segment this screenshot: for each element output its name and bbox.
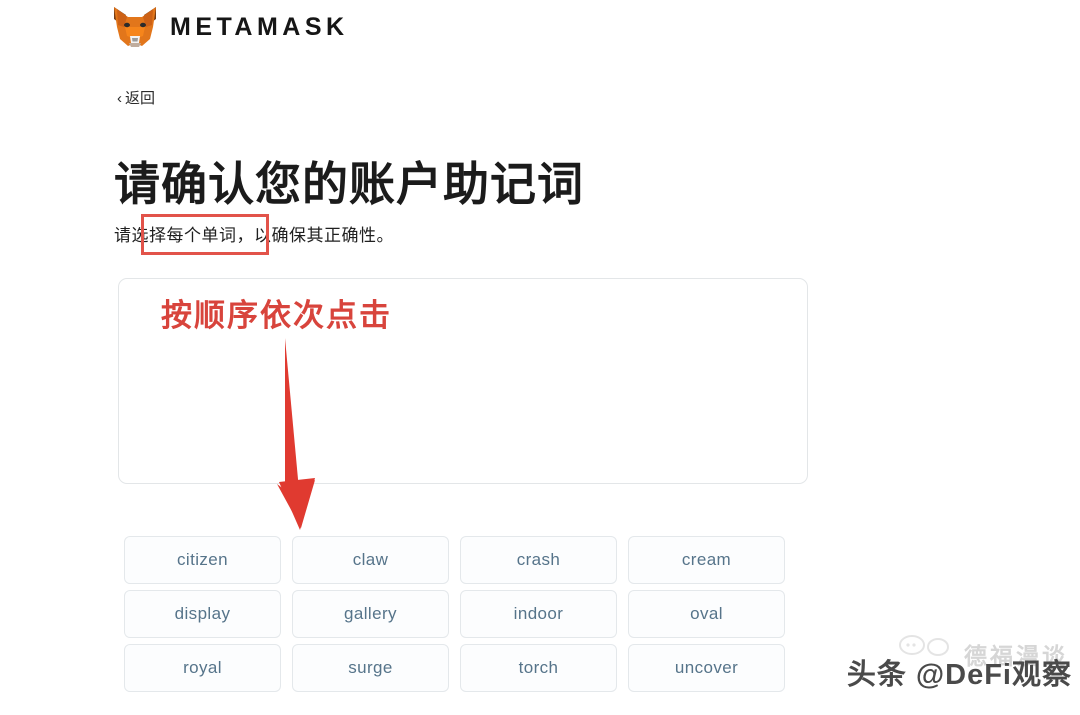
page-subtitle: 请选择每个单词，以确保其正确性。 (114, 226, 394, 245)
chevron-left-icon: ‹ (117, 90, 122, 107)
word-chip[interactable]: display (124, 590, 281, 638)
word-bank-grid: citizen claw crash cream display gallery… (124, 536, 804, 692)
word-chip[interactable]: citizen (124, 536, 281, 584)
back-link-label: 返回 (125, 90, 156, 107)
metamask-wordmark: METAMASK (170, 12, 349, 41)
back-link[interactable]: ‹ 返回 (117, 91, 155, 106)
page-title: 请确认您的账户助记词 (114, 157, 584, 210)
word-chip[interactable]: oval (628, 590, 785, 638)
word-chip[interactable]: gallery (292, 590, 449, 638)
metamask-brand: METAMASK (112, 4, 349, 50)
annotation-instruction-text: 按顺序依次点击 (161, 298, 392, 333)
word-chip[interactable]: claw (292, 536, 449, 584)
word-chip[interactable]: crash (460, 536, 617, 584)
word-chip[interactable]: torch (460, 644, 617, 692)
metamask-fox-icon (112, 5, 158, 49)
word-chip[interactable]: uncover (628, 644, 785, 692)
word-chip[interactable]: cream (628, 536, 785, 584)
watermark-primary-text: 头条 @DeFi观察 (846, 659, 1072, 691)
word-chip[interactable]: surge (292, 644, 449, 692)
word-chip[interactable]: indoor (460, 590, 617, 638)
word-chip[interactable]: royal (124, 644, 281, 692)
